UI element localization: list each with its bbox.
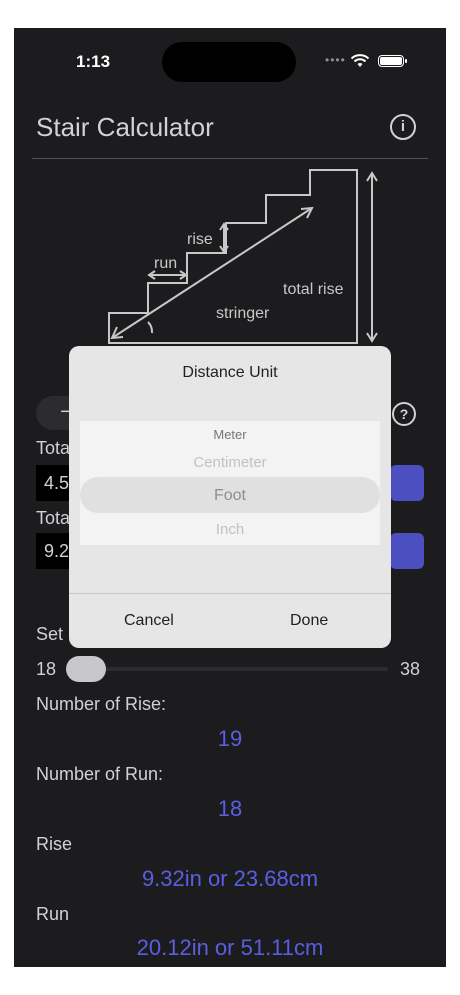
battery-icon (378, 55, 407, 67)
stair-diagram: rise run total rise stringer angle (108, 169, 378, 358)
page-title: Stair Calculator (36, 112, 214, 142)
dialog-title: Distance Unit (182, 364, 278, 381)
number-of-run-label: Number of Run: (36, 764, 164, 784)
picker-option-centimeter[interactable]: Centimeter (80, 452, 380, 474)
angle-arc (147, 321, 154, 334)
dynamic-island (162, 42, 296, 82)
run-result-value: 20.12in or 51.11cm (136, 935, 324, 960)
status-time: 1:13 (76, 52, 111, 71)
slider-min-label: 18 (36, 659, 57, 679)
dialog-divider (69, 593, 391, 594)
distance-unit-dialog: Distance Unit Meter Centimeter Foot Inch… (69, 346, 391, 648)
total-label-2: Tota (36, 508, 71, 528)
status-bar: 1:13 •••• (14, 28, 446, 88)
picker-option-meter[interactable]: Meter (80, 425, 380, 445)
unit-picker[interactable]: Meter Centimeter Foot Inch (80, 421, 380, 545)
help-icon[interactable]: ? (392, 402, 416, 426)
unit-button-1[interactable] (390, 465, 424, 501)
total-label-1: Tota (36, 438, 71, 458)
number-of-rise-label: Number of Rise: (36, 694, 167, 714)
run-label: run (154, 255, 177, 272)
done-button[interactable]: Done (290, 612, 328, 630)
wifi-icon (350, 54, 370, 67)
run-result-label: Run (36, 904, 70, 924)
number-of-rise-value: 19 (217, 726, 243, 751)
rise-result-label: Rise (36, 834, 73, 854)
cancel-button[interactable]: Cancel (124, 612, 174, 630)
rise-label: rise (187, 231, 213, 248)
number-of-run-value: 18 (217, 796, 243, 821)
stringer-arrow (111, 207, 313, 339)
cellular-signal-icon: •••• (325, 53, 346, 67)
picker-option-foot[interactable]: Foot (80, 484, 380, 508)
app-screen: 1:13 •••• Stair Calculator i rise run to… (14, 28, 446, 967)
picker-option-inch[interactable]: Inch (80, 519, 380, 541)
info-icon[interactable]: i (390, 114, 416, 140)
total-rise-label: total rise (283, 281, 344, 298)
unit-button-2[interactable] (390, 533, 424, 569)
set-label: Set (36, 624, 64, 644)
stringer-label: stringer (216, 305, 270, 322)
steps-slider-thumb[interactable] (66, 656, 106, 682)
rise-result-value: 9.32in or 23.68cm (141, 866, 319, 891)
steps-slider-track[interactable] (70, 667, 388, 671)
slider-max-label: 38 (400, 659, 421, 679)
